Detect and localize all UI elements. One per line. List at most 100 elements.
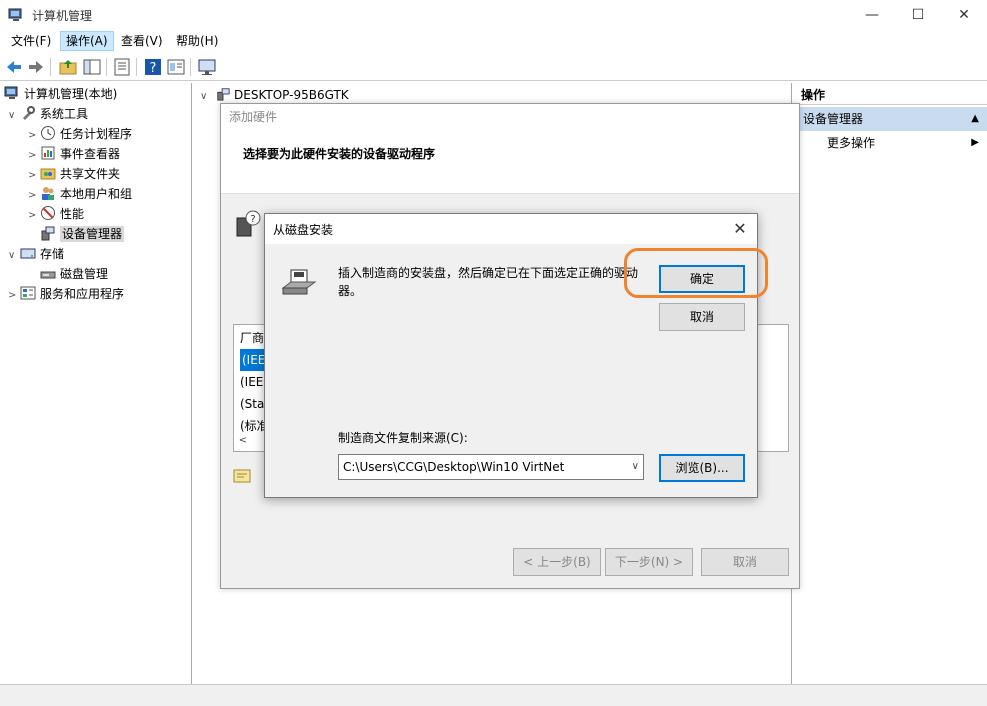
event-viewer-icon bbox=[41, 146, 55, 160]
dialog-title: 从磁盘安装 bbox=[273, 223, 334, 237]
menu-action[interactable]: 操作(A) bbox=[60, 31, 114, 51]
tree-item-task-scheduler[interactable]: > 任务计划程序 bbox=[28, 124, 132, 144]
svg-text:?: ? bbox=[150, 61, 157, 76]
actions-pane: 操作 设备管理器 ▲ 更多操作 ▶ bbox=[795, 83, 987, 684]
system-tools-icon bbox=[23, 106, 35, 120]
tree-item-label: 本地用户和组 bbox=[60, 187, 133, 201]
navigation-tree: 计算机管理(本地) ∨ 系统工具 > 任务计划程序 > 事件查看器 > 共享文件夹 > 本… bbox=[0, 83, 192, 684]
tree-item-label: 设备管理器 bbox=[60, 226, 125, 242]
source-path-value: C:\Users\CCG\Desktop\Win10 VirtNet bbox=[343, 460, 565, 474]
forward-arrow-icon[interactable] bbox=[26, 57, 46, 77]
actions-section-device-manager[interactable]: 设备管理器 ▲ bbox=[795, 107, 987, 131]
next-button[interactable]: 下一步(N) > bbox=[605, 548, 693, 576]
tree-item-disk-management[interactable]: 磁盘管理 bbox=[40, 264, 108, 284]
toolbar-separator bbox=[50, 58, 51, 76]
window-title: 计算机管理 bbox=[32, 9, 93, 23]
device-root[interactable]: ∨ DESKTOP-95B6GTK bbox=[200, 86, 349, 104]
list-header: 厂商 bbox=[240, 331, 265, 345]
monitor-icon[interactable] bbox=[197, 57, 217, 77]
dialog-message: 插入制造商的安装盘，然后确定已在下面选定正确的驱动器。 bbox=[338, 266, 639, 298]
wizard-header: 选择要为此硬件安装的设备驱动程序 bbox=[221, 130, 799, 194]
tree-item-local-users[interactable]: > 本地用户和组 bbox=[28, 184, 132, 204]
computer-management-icon bbox=[8, 8, 22, 21]
services-icon bbox=[20, 286, 36, 300]
tree-item-performance[interactable]: > 性能 bbox=[28, 204, 84, 224]
chevron-down-icon[interactable]: ∨ bbox=[632, 455, 639, 479]
source-label: 制造商文件复制来源(C): bbox=[338, 431, 468, 445]
list-item[interactable]: (Sta bbox=[240, 393, 264, 415]
show-hide-tree-icon[interactable] bbox=[82, 57, 102, 77]
close-button[interactable]: ✕ bbox=[941, 0, 987, 30]
chevron-right-icon[interactable]: > bbox=[28, 166, 40, 186]
scroll-left-button[interactable]: < bbox=[233, 432, 253, 450]
browse-button[interactable]: 浏览(B)... bbox=[659, 454, 745, 482]
tree-item-services-apps[interactable]: > 服务和应用程序 bbox=[8, 284, 124, 304]
tree-item-storage[interactable]: ∨ 存储 bbox=[8, 244, 64, 264]
tree-item-label: 性能 bbox=[60, 207, 85, 221]
storage-icon bbox=[20, 248, 36, 259]
shared-folder-icon bbox=[40, 168, 56, 180]
chevron-right-icon: ▶ bbox=[971, 137, 979, 148]
hardware-help-icon: ? bbox=[236, 210, 261, 237]
view-icon[interactable] bbox=[166, 57, 186, 77]
cancel-button[interactable]: 取消 bbox=[659, 303, 745, 331]
tree-item-label: 服务和应用程序 bbox=[40, 287, 125, 301]
chevron-down-icon[interactable]: ∨ bbox=[8, 106, 20, 126]
clock-icon bbox=[41, 126, 55, 140]
actions-title: 操作 bbox=[795, 85, 987, 105]
tree-item-device-manager[interactable]: 设备管理器 bbox=[40, 224, 125, 244]
highlight-annotation bbox=[624, 248, 768, 298]
tree-item-computer-management[interactable]: 计算机管理(本地) bbox=[4, 84, 117, 104]
actions-section-label: 设备管理器 bbox=[803, 112, 864, 126]
more-actions-item[interactable]: 更多操作 ▶ bbox=[795, 132, 987, 154]
tree-item-label: 任务计划程序 bbox=[60, 127, 133, 141]
menu-help[interactable]: 帮助(H) bbox=[171, 31, 223, 51]
tree-item-shared-folders[interactable]: > 共享文件夹 bbox=[28, 164, 120, 184]
tree-item-label: 事件查看器 bbox=[60, 147, 121, 161]
help-icon[interactable]: ? bbox=[143, 57, 163, 77]
chevron-down-icon[interactable]: ∨ bbox=[8, 246, 20, 266]
toolbar: ? bbox=[0, 53, 987, 81]
chevron-right-icon[interactable]: > bbox=[28, 206, 40, 226]
tree-item-system-tools[interactable]: ∨ 系统工具 bbox=[8, 104, 88, 124]
list-item[interactable]: (IEE bbox=[240, 371, 263, 393]
toolbar-separator bbox=[190, 58, 191, 76]
toolbar-separator bbox=[136, 58, 137, 76]
collapse-up-icon[interactable]: ▲ bbox=[971, 107, 979, 131]
svg-text:?: ? bbox=[250, 214, 255, 225]
tree-item-label: 共享文件夹 bbox=[60, 167, 121, 181]
device-manager-icon bbox=[41, 226, 55, 241]
source-path-combobox[interactable]: C:\Users\CCG\Desktop\Win10 VirtNet ∨ bbox=[338, 454, 644, 480]
menu-file[interactable]: 文件(F) bbox=[6, 31, 56, 51]
dialog-title-bar: 从磁盘安装 ✕ bbox=[265, 214, 757, 244]
chevron-right-icon[interactable]: > bbox=[28, 146, 40, 166]
performance-icon bbox=[41, 206, 55, 220]
wizard-cancel-button[interactable]: 取消 bbox=[701, 548, 789, 576]
certificate-icon bbox=[233, 469, 251, 483]
title-bar: 计算机管理 — ☐ ✕ bbox=[0, 0, 987, 30]
wizard-header-text: 选择要为此硬件安装的设备驱动程序 bbox=[243, 147, 436, 161]
tree-item-label: 磁盘管理 bbox=[60, 267, 109, 281]
more-actions-label: 更多操作 bbox=[827, 136, 876, 150]
chevron-right-icon[interactable]: > bbox=[28, 126, 40, 146]
properties-icon[interactable] bbox=[112, 57, 132, 77]
chevron-right-icon[interactable]: > bbox=[28, 186, 40, 206]
menu-view[interactable]: 查看(V) bbox=[116, 31, 168, 51]
computer-management-icon bbox=[4, 86, 18, 99]
chevron-right-icon[interactable]: > bbox=[8, 286, 20, 306]
wizard-title: 添加硬件 bbox=[221, 104, 799, 130]
users-icon bbox=[42, 187, 54, 200]
back-arrow-icon[interactable] bbox=[4, 57, 24, 77]
menu-bar: 文件(F) 操作(A) 查看(V) 帮助(H) bbox=[0, 30, 987, 52]
status-bar bbox=[0, 684, 987, 706]
maximize-button[interactable]: ☐ bbox=[895, 0, 941, 30]
chevron-down-icon[interactable]: ∨ bbox=[200, 88, 216, 106]
toolbar-separator bbox=[106, 58, 107, 76]
minimize-button[interactable]: — bbox=[849, 0, 895, 30]
computer-name: DESKTOP-95B6GTK bbox=[234, 88, 349, 102]
close-icon[interactable]: ✕ bbox=[727, 216, 753, 242]
folder-up-icon[interactable] bbox=[58, 57, 78, 77]
tree-item-label: 系统工具 bbox=[40, 107, 89, 121]
tree-item-event-viewer[interactable]: > 事件查看器 bbox=[28, 144, 120, 164]
back-button[interactable]: < 上一步(B) bbox=[513, 548, 601, 576]
